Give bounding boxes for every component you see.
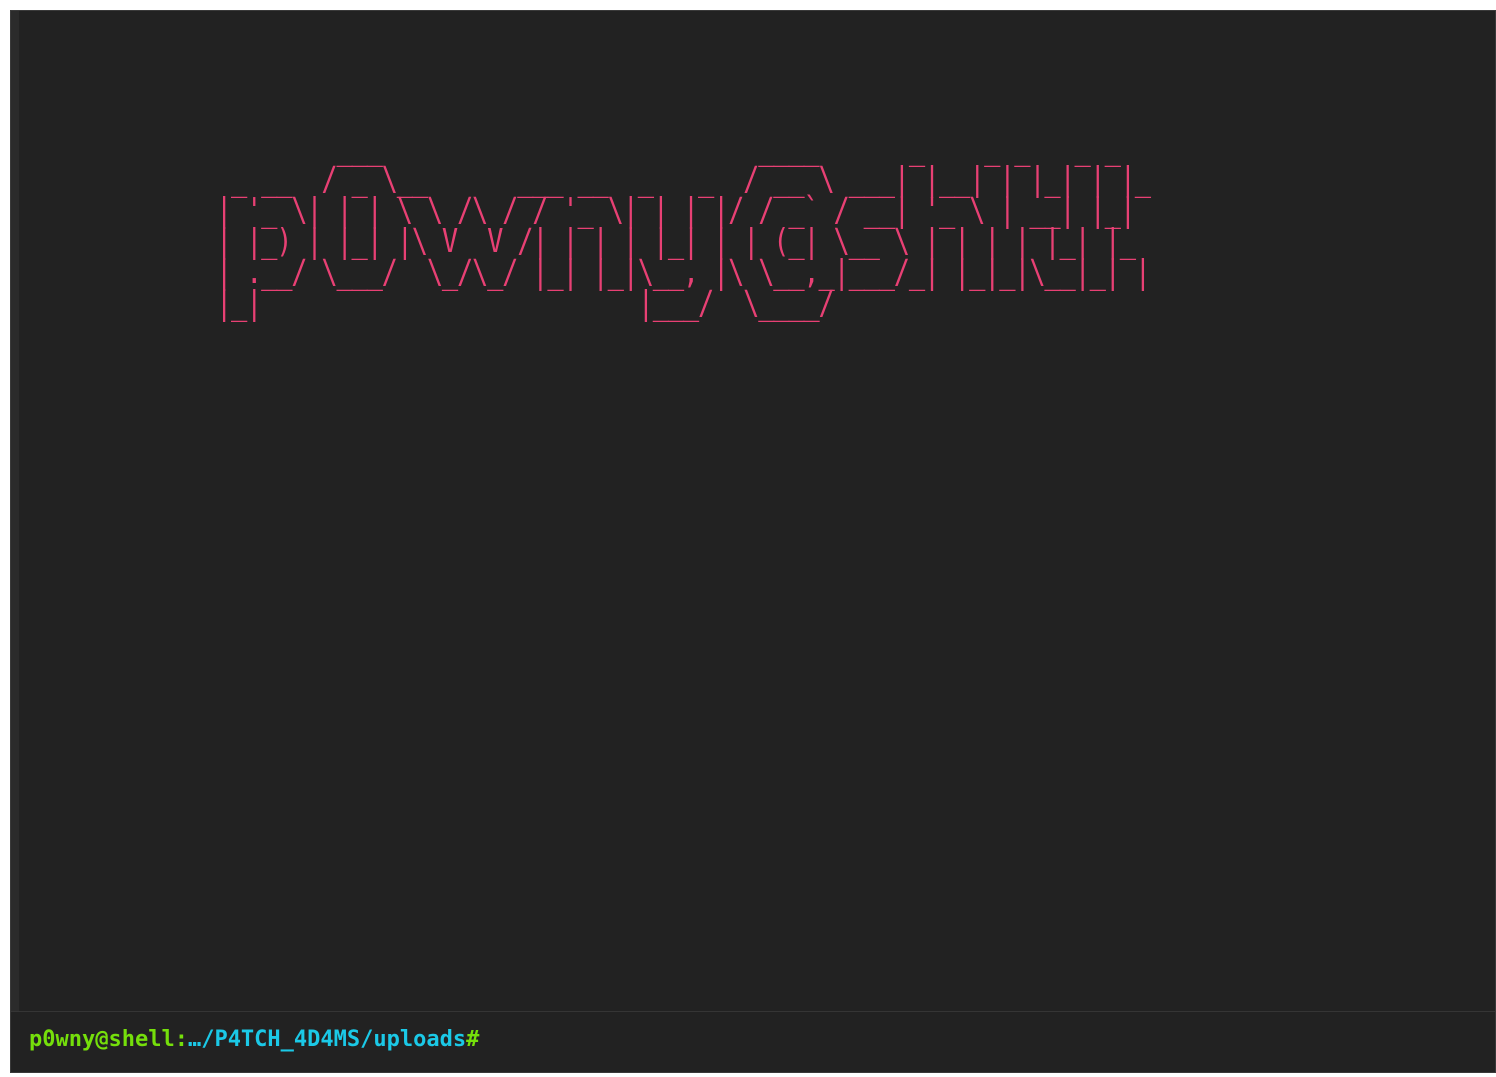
prompt-symbol: # — [466, 1027, 480, 1052]
prompt-path: …/P4TCH_4D4MS/uploads — [187, 1027, 467, 1052]
prompt-bar: p0wny@shell:…/P4TCH_4D4MS/uploads# — [11, 1011, 1495, 1072]
window-edge — [11, 11, 19, 1072]
shell-output — [31, 351, 1471, 1001]
command-input[interactable] — [571, 1026, 1451, 1054]
shell-prompt: p0wny@shell:…/P4TCH_4D4MS/uploads# — [29, 1027, 479, 1052]
ascii-banner: ___ ____ _ _ _ _ _ _ __ / _ \__ ___ __ _… — [216, 128, 1151, 322]
shell-window: ___ ____ _ _ _ _ _ _ __ / _ \__ ___ __ _… — [10, 10, 1496, 1073]
prompt-user-host: p0wny@shell: — [29, 1027, 188, 1052]
